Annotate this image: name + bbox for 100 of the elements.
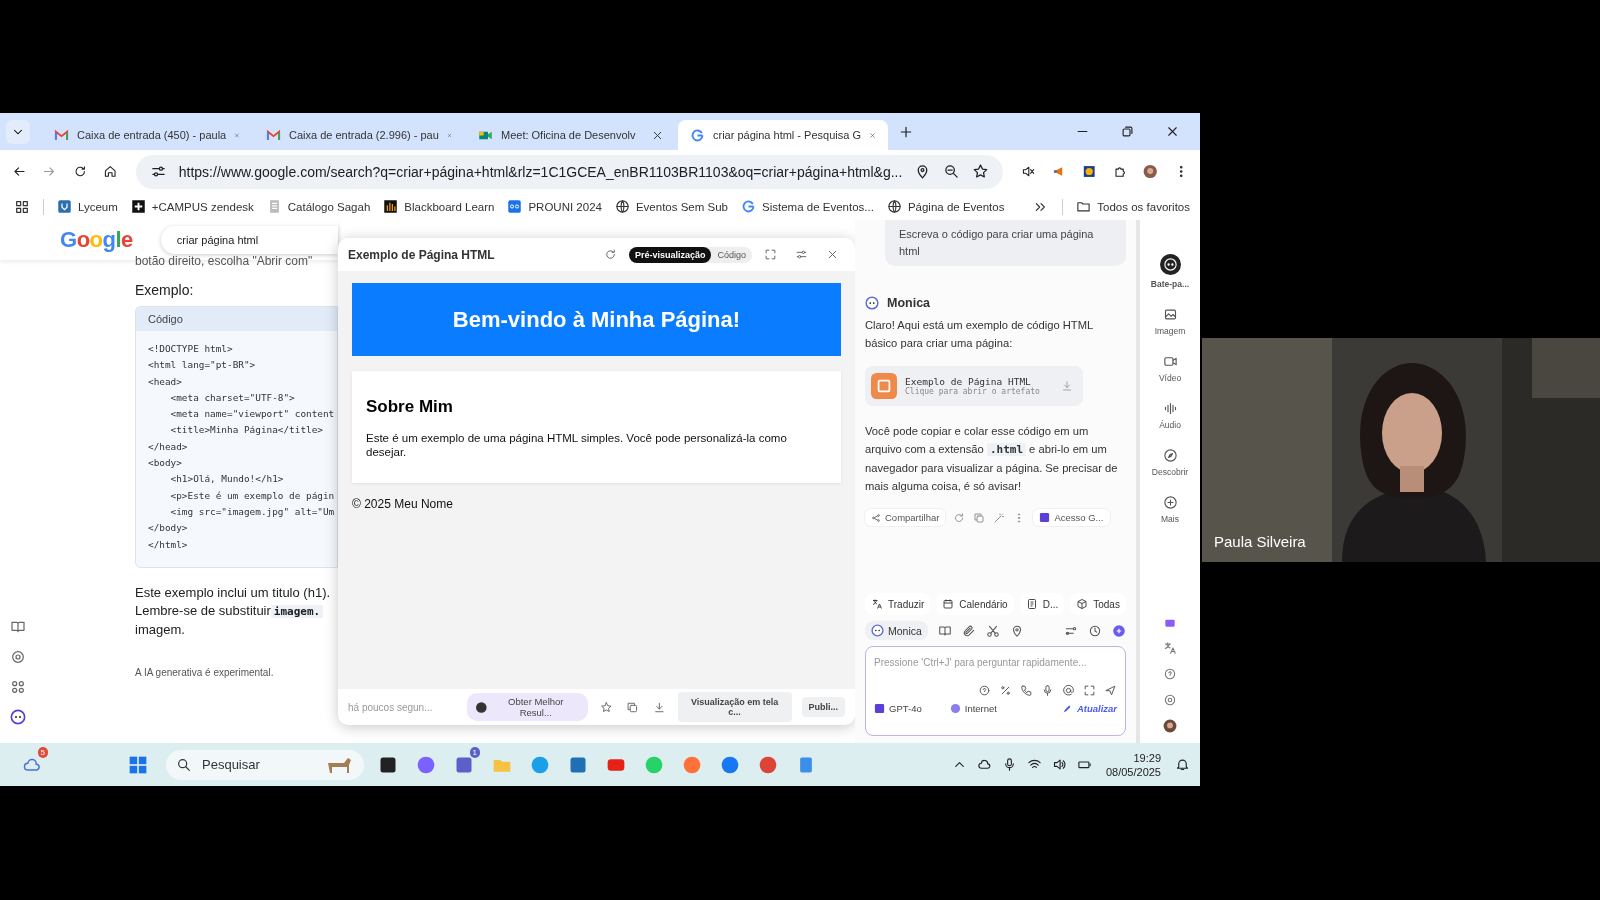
clock[interactable]: 19:29 08/05/2025	[1105, 750, 1161, 779]
code-line: <title>Minha Página</title>	[169, 423, 324, 438]
reply-text: Claro! Aqui está um exemplo de código HTML básico para criar uma página:	[865, 318, 1094, 351]
mention-icon[interactable]	[1062, 684, 1075, 697]
assistant-dropdown[interactable]: Monica	[865, 621, 928, 640]
bookmark[interactable]: Blackboard Learn	[383, 199, 495, 214]
new-chat-icon[interactable]	[1112, 623, 1126, 638]
target-icon[interactable]	[1163, 693, 1177, 707]
code-line: <meta name="viewport" content	[169, 407, 336, 422]
rail-item[interactable]: Áudio	[1145, 397, 1195, 434]
improve-button[interactable]: Obter Melhor Resul...	[467, 693, 588, 721]
attachment-icon[interactable]	[961, 623, 976, 638]
bot-name: Monica	[887, 296, 931, 310]
avatar-icon[interactable]	[1163, 719, 1177, 733]
card-title: Exemplo de Página HTML	[905, 376, 1031, 387]
mode-tab[interactable]: Código	[711, 246, 752, 263]
microphone-icon[interactable]	[1041, 684, 1054, 697]
restore-icon[interactable]	[1120, 124, 1135, 139]
shortcut-chip[interactable]: D...	[1019, 593, 1065, 615]
bookmark[interactable]: Catálogo Sagah	[266, 199, 371, 214]
apps-icon[interactable]	[14, 198, 30, 215]
apps-icon[interactable]	[10, 679, 26, 695]
rail-item[interactable]: Vídeo	[1145, 350, 1195, 387]
rail-item[interactable]: Mais	[1145, 491, 1195, 528]
browser-tab[interactable]: Meet: Oficina de Desenvolv	[466, 120, 676, 150]
bookmark[interactable]: Página de Eventos	[886, 199, 1005, 214]
shortcut-chip[interactable]: Todas	[1070, 593, 1126, 615]
dialog-title: Exemplo de Página HTML	[348, 247, 495, 262]
artifact-card[interactable]: Exemplo de Página HTML Clique para abrir o artefato	[865, 366, 1083, 406]
message-field[interactable]: Pressione 'Ctrl+J' para perguntar rapidamente... GPT-4o Internet Atualizar	[865, 646, 1126, 736]
site-icon	[57, 199, 72, 214]
phone-icon[interactable]	[1020, 684, 1033, 697]
address-bar[interactable]: https://www.google.com/search?q=criar+página+html&rlz=1C1GCEA_enBR1103BR1103&oq=criar+página+html&g...	[135, 154, 1004, 189]
history-icon[interactable]	[1088, 623, 1102, 638]
book-icon[interactable]	[10, 619, 26, 635]
bell-icon[interactable]	[1175, 757, 1190, 772]
bookmark[interactable]: PROUNI 2024	[507, 199, 602, 214]
bookmark[interactable]: Lyceum	[57, 199, 118, 214]
document-icon	[871, 373, 897, 399]
browser-tab[interactable]: criar página html - Pesquisa G	[678, 120, 888, 150]
upgrade-button[interactable]: Atualizar	[1061, 703, 1117, 714]
publish-button[interactable]: Publi...	[801, 697, 845, 717]
g-icon	[741, 199, 756, 214]
scissors-icon[interactable]	[985, 623, 1000, 638]
cube-icon	[1076, 598, 1089, 610]
browser-tab[interactable]: Caixa de entrada (2.996) - pau	[254, 120, 464, 150]
fullscreen-button[interactable]: Visualização em tela c...	[677, 692, 792, 722]
start-icon[interactable]	[128, 754, 148, 775]
avatar-icon	[475, 700, 488, 714]
shortcut-chip[interactable]: Traduzir	[865, 593, 931, 615]
rail-item[interactable]: Imagem	[1145, 303, 1195, 340]
search-field[interactable]: criar página html	[160, 226, 338, 254]
code-line: </html>	[148, 537, 189, 552]
square-icon	[874, 703, 885, 714]
bookmark[interactable]: Eventos Sem Sub	[614, 199, 728, 214]
notification-badge: 1	[469, 746, 480, 758]
avatar-icon[interactable]	[1143, 162, 1158, 181]
send-icon[interactable]	[1104, 684, 1117, 697]
taskbar-search[interactable]: Pesquisar	[166, 749, 364, 780]
close-icon[interactable]	[1165, 124, 1180, 139]
section-title: Sobre Mim	[366, 397, 454, 417]
rail-item[interactable]: Bate-pa...	[1145, 250, 1195, 293]
bars-icon	[383, 199, 399, 214]
star-icon[interactable]	[972, 163, 990, 180]
help-icon[interactable]	[1163, 667, 1177, 681]
logo: Google	[60, 227, 133, 253]
bookmark[interactable]: +CAMPUS zendesk	[130, 199, 254, 214]
expand-icon[interactable]	[764, 248, 777, 261]
bookmarks-folder[interactable]: Todos os favoritos	[1076, 199, 1190, 214]
zoom-icon[interactable]	[943, 163, 961, 180]
section-text: Este é um exemplo de uma página HTML simples. Você pode personalizá-la como desejar.	[366, 431, 788, 459]
translate-icon[interactable]	[1163, 641, 1177, 655]
disclaimer-text: A IA generativa é experimental.	[135, 666, 275, 678]
star-icon[interactable]	[599, 700, 613, 714]
share-button[interactable]: Compartilhar	[865, 509, 946, 526]
book-icon[interactable]	[937, 623, 952, 638]
cloud-icon[interactable]	[976, 757, 992, 772]
link-icon	[507, 199, 523, 214]
percent-icon[interactable]	[999, 684, 1012, 697]
help-icon[interactable]	[978, 684, 991, 697]
browser-tab[interactable]: Caixa de entrada (450) - paula	[42, 120, 252, 150]
download-icon[interactable]	[653, 700, 666, 714]
bookmark[interactable]: Sistema de Eventos...	[741, 199, 874, 214]
user-message: Escreva o código para criar uma página html	[885, 220, 1126, 266]
rail-item[interactable]: Descobrir	[1145, 444, 1195, 481]
mode-tab[interactable]: Pré-visualização	[628, 246, 712, 263]
share-icon	[871, 512, 881, 523]
wand-icon[interactable]	[993, 511, 1006, 524]
model-dropdown[interactable]: GPT-4o	[874, 703, 922, 714]
volume-icon[interactable]	[1051, 757, 1067, 772]
date-text: 08/05/2025	[1105, 764, 1161, 779]
access-button[interactable]: Acesso G...	[1033, 509, 1110, 526]
robot-icon	[871, 624, 884, 637]
internet-dropdown[interactable]: Internet	[949, 703, 997, 714]
copy-icon[interactable]	[626, 700, 640, 714]
close-icon[interactable]	[826, 248, 839, 261]
expand-icon[interactable]	[1083, 684, 1096, 697]
robot-icon[interactable]	[10, 709, 26, 725]
shortcut-chip[interactable]: Calendário	[936, 593, 1014, 615]
code-line: <h1>Olá, Mundo!</h1>	[169, 472, 285, 487]
